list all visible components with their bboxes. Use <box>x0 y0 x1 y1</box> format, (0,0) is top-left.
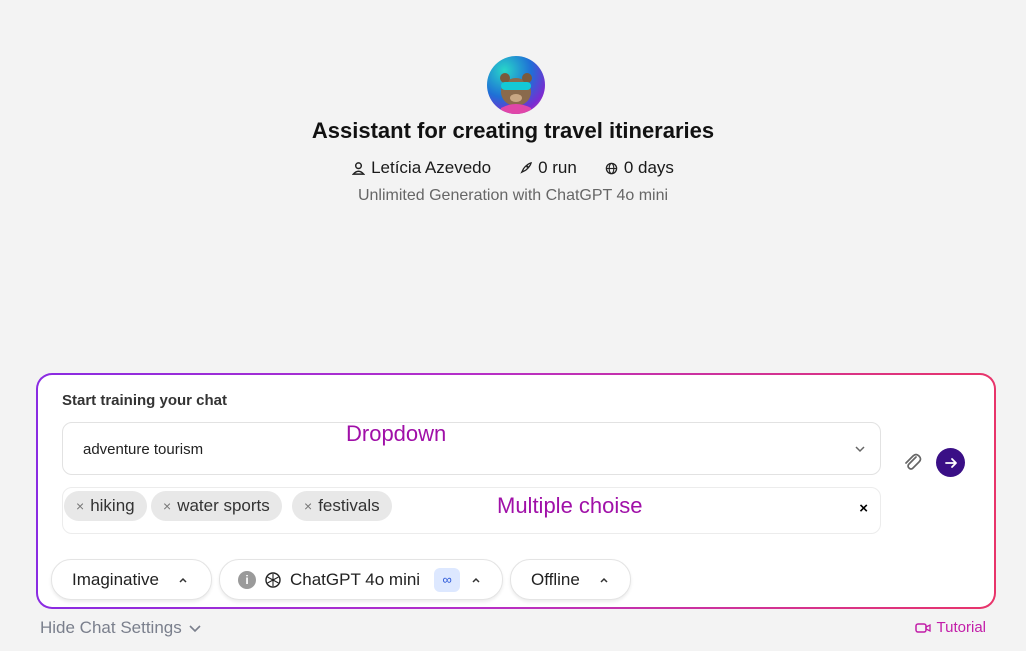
day-count: 0 days <box>605 158 674 178</box>
openai-icon <box>265 571 281 588</box>
run-count-label: 0 run <box>538 158 577 177</box>
send-button[interactable] <box>936 448 965 477</box>
clear-selection-icon[interactable]: × <box>859 500 868 517</box>
dropdown-selected-value: adventure tourism <box>83 441 204 458</box>
chevron-up-icon <box>179 577 187 583</box>
chip-remove-icon[interactable]: × <box>163 498 171 514</box>
creativity-selector[interactable]: Imaginative <box>51 559 212 600</box>
assistant-meta: Letícia Azevedo 0 run 0 days <box>0 158 1026 178</box>
panel-heading: Start training your chat <box>62 392 228 409</box>
interests-multiselect[interactable]: × hiking × water sports × festivals × <box>62 487 881 534</box>
chip-label: water sports <box>177 496 270 515</box>
day-count-label: 0 days <box>623 158 674 177</box>
author-info[interactable]: Letícia Azevedo <box>352 158 491 178</box>
chip-hiking: × hiking <box>64 491 147 521</box>
chevron-down-icon <box>189 625 201 633</box>
user-icon <box>352 161 366 175</box>
chip-festivals: × festivals <box>292 491 392 521</box>
chip-water-sports: × water sports <box>151 491 282 521</box>
rocket-icon <box>520 161 533 174</box>
chevron-down-icon <box>855 446 865 453</box>
tutorial-link[interactable]: Tutorial <box>914 619 986 636</box>
hide-settings-label: Hide Chat Settings <box>40 618 182 637</box>
hide-chat-settings-button[interactable]: Hide Chat Settings <box>40 618 202 638</box>
globe-icon <box>605 162 618 174</box>
generation-info: Unlimited Generation with ChatGPT 4o min… <box>357 187 669 204</box>
tutorial-label: Tutorial <box>936 619 986 636</box>
mode-label: Offline <box>531 569 580 589</box>
paperclip-icon[interactable] <box>901 451 923 473</box>
dropdown-annotation: Dropdown <box>346 421 447 446</box>
assistant-avatar <box>487 56 545 114</box>
multiselect-annotation: Multiple choise <box>497 493 643 518</box>
mode-selector[interactable]: Offline <box>510 559 631 600</box>
run-count: 0 run <box>519 158 577 178</box>
arrow-right-icon <box>944 457 957 468</box>
chip-remove-icon[interactable]: × <box>304 498 312 514</box>
chip-label: festivals <box>318 496 380 515</box>
chevron-up-icon <box>472 577 480 583</box>
model-selector[interactable]: i ChatGPT 4o mini ∞ <box>219 559 503 600</box>
creativity-label: Imaginative <box>72 569 159 589</box>
chip-label: hiking <box>90 496 135 515</box>
page-title: Assistant for creating travel itinerarie… <box>311 118 715 143</box>
topic-dropdown[interactable]: adventure tourism <box>62 422 881 475</box>
unlimited-badge: ∞ <box>434 567 461 592</box>
video-icon <box>914 622 931 633</box>
bear-illustration <box>500 73 532 114</box>
model-label: ChatGPT 4o mini <box>290 569 421 589</box>
chip-remove-icon[interactable]: × <box>76 498 84 514</box>
chevron-up-icon <box>600 577 608 583</box>
info-icon[interactable]: i <box>238 570 256 589</box>
author-name: Letícia Azevedo <box>371 158 492 177</box>
